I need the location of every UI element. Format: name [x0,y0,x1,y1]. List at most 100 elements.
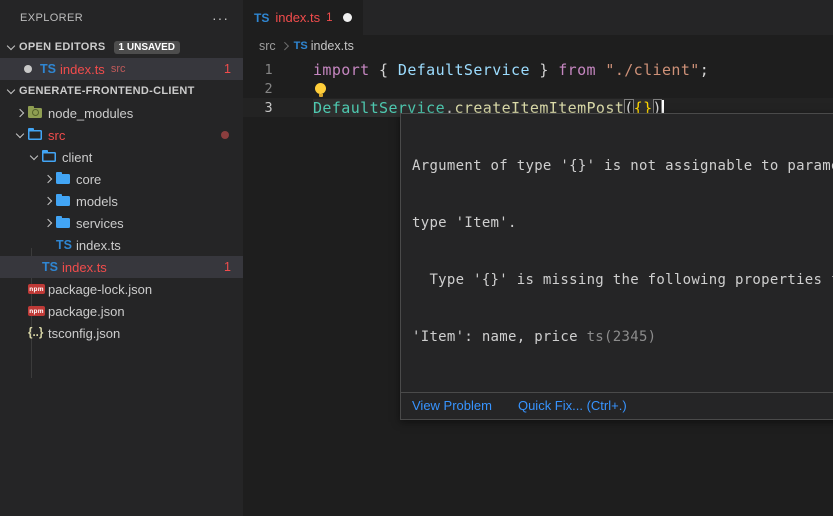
project-section-header[interactable]: GENERATE-FRONTEND-CLIENT [0,80,243,102]
tree-item-core[interactable]: core [0,168,243,190]
sidebar-title: EXPLORER [20,12,212,24]
chevron-spacer [12,303,28,319]
chevron-down-icon [26,149,42,165]
folder-icon [56,196,70,206]
folder-icon [56,174,70,184]
chevron-right-icon [40,193,56,209]
tree-item-src[interactable]: src [0,124,243,146]
chevron-right-icon [12,105,28,121]
unsaved-count-badge: 1 UNSAVED [114,41,181,54]
tree-item-label: core [76,172,101,187]
code-area[interactable]: 1 import { DefaultService } from "./clien… [243,57,833,117]
typescript-file-icon: TS [42,260,58,274]
tree-item-label: package.json [48,304,125,319]
tooltip-actions: View Problem Quick Fix... (Ctrl+.) [401,392,833,419]
typescript-file-icon: TS [294,40,308,52]
file-tree: node_modules src client core models se [0,102,243,344]
tree-item-label: models [76,194,118,209]
tree-item-label: index.ts [62,260,107,275]
tree-item-label: index.ts [76,238,121,253]
chevron-down-icon [3,39,19,55]
explorer-sidebar: EXPLORER ··· OPEN EDITORS 1 UNSAVED TS i… [0,0,243,516]
error-code: ts(2345) [587,329,657,345]
code-line[interactable]: 2 [243,79,833,98]
tab-title: index.ts [275,10,320,25]
code-token [596,61,605,79]
line-number: 3 [243,100,273,116]
node-modules-folder-icon [28,108,42,118]
lightbulb-icon[interactable] [315,83,326,94]
chevron-spacer [12,325,28,341]
code-token: from [558,61,596,79]
error-count-badge: 1 [224,62,231,76]
tree-item-label: node_modules [48,106,133,121]
code-token: { [370,61,398,79]
tree-item-label: services [76,216,124,231]
breadcrumb-folder[interactable]: src [259,39,276,53]
tab-bar: TS index.ts 1 [243,0,833,35]
tree-item-label: tsconfig.json [48,326,120,341]
folder-icon [56,218,70,228]
error-message-line: type 'Item'. [412,214,833,233]
error-count-badge: 1 [224,260,231,274]
folder-error-dot [221,131,229,139]
open-editors-label: OPEN EDITORS [19,41,106,53]
error-message-line: Type '{}' is missing the following prope… [412,271,833,290]
open-editors-section-header[interactable]: OPEN EDITORS 1 UNSAVED [0,36,243,58]
tree-item-src-index-ts[interactable]: TS index.ts 1 [0,256,243,278]
code-token: "./client" [605,61,699,79]
code-token: ; [700,61,709,79]
typescript-file-icon: TS [254,11,269,25]
open-editor-item-index-ts[interactable]: TS index.ts src 1 [0,58,243,80]
error-message-line: Argument of type '{}' is not assignable … [412,157,833,176]
line-number: 2 [243,81,273,97]
npm-file-icon: npm [28,284,45,294]
tree-item-client[interactable]: client [0,146,243,168]
npm-file-icon: npm [28,306,45,316]
open-folder-icon [42,152,56,162]
chevron-spacer [26,259,42,275]
tree-item-tsconfig-json[interactable]: {..} tsconfig.json [0,322,243,344]
error-tooltip: Argument of type '{}' is not assignable … [400,113,833,420]
breadcrumb-file[interactable]: index.ts [311,39,354,53]
tree-item-client-index-ts[interactable]: TS index.ts [0,234,243,256]
code-token: } [530,61,558,79]
sidebar-header: EXPLORER ··· [0,0,243,36]
open-editor-description: src [111,63,126,75]
typescript-file-icon: TS [56,238,72,252]
tree-item-services[interactable]: services [0,212,243,234]
more-actions-icon[interactable]: ··· [212,10,229,26]
error-message-line: 'Item': name, price ts(2345) [412,328,833,347]
code-token: DefaultService [398,61,530,79]
tree-item-package-json[interactable]: npm package.json [0,300,243,322]
chevron-spacer [40,237,56,253]
open-folder-icon [28,130,42,140]
line-number: 1 [243,62,273,78]
chevron-right-icon [40,171,56,187]
tree-item-label: package-lock.json [48,282,152,297]
typescript-file-icon: TS [40,62,56,76]
tab-index-ts[interactable]: TS index.ts 1 [243,0,363,35]
breadcrumb: src TS index.ts [243,35,833,57]
chevron-down-icon [12,127,28,143]
tree-item-label: src [48,128,65,143]
modified-dot-icon [24,65,32,73]
tree-item-node-modules[interactable]: node_modules [0,102,243,124]
unsaved-dot-icon[interactable] [343,13,352,22]
project-name-label: GENERATE-FRONTEND-CLIENT [19,85,195,97]
chevron-right-icon [279,40,291,52]
tree-item-label: client [62,150,92,165]
open-editor-filename: index.ts [60,62,105,77]
code-token: import [313,61,370,79]
quick-fix-link[interactable]: Quick Fix... (Ctrl+.) [518,398,627,413]
chevron-spacer [12,281,28,297]
tree-item-package-lock-json[interactable]: npm package-lock.json [0,278,243,300]
code-line[interactable]: 1 import { DefaultService } from "./clien… [243,60,833,79]
json-braces-icon: {..} [28,327,43,339]
tab-error-count: 1 [326,12,332,24]
view-problem-link[interactable]: View Problem [412,398,492,413]
tree-item-models[interactable]: models [0,190,243,212]
error-message: Argument of type '{}' is not assignable … [401,114,833,392]
chevron-right-icon [40,215,56,231]
chevron-down-icon [3,83,19,99]
